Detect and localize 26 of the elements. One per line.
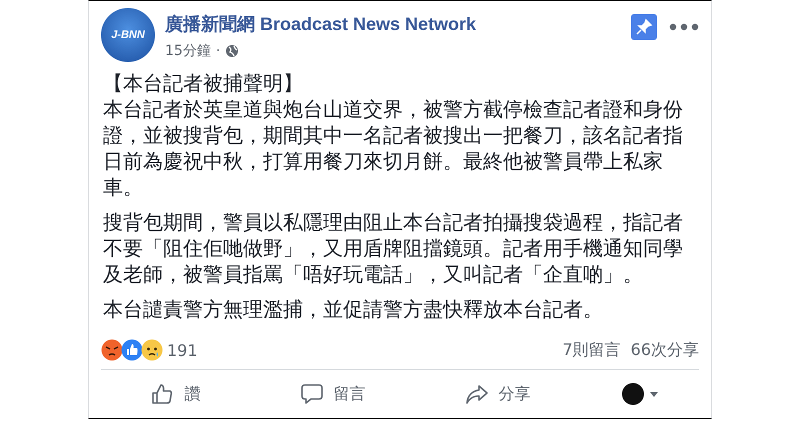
more-icon[interactable] <box>669 23 699 31</box>
sad-face-icon[interactable] <box>141 339 163 361</box>
post-paragraph: 本台譴責警方無理濫捕，並促請警方盡快釋放本台記者。 <box>103 296 604 322</box>
reaction-count[interactable]: 191 <box>167 340 198 360</box>
pin-icon[interactable] <box>631 14 657 40</box>
thumbs-up-icon <box>150 382 174 406</box>
page-name-link[interactable]: 廣播新聞網 Broadcast News Network <box>165 14 476 34</box>
globe-icon <box>225 44 240 58</box>
comment-button[interactable]: 留言 <box>292 378 374 410</box>
share-arrow-icon <box>464 382 488 406</box>
post-paragraph: 本台記者於英皇道與炮台山道交界，被警方截停檢查記者證和身份證，並被搜背包，期間其中一名記者被搜出一把餐刀，該名記者指日前為慶祝中秋，打算用餐刀來切月餅。最終他被警員帶上私家車。 <box>103 96 684 200</box>
audience-selector[interactable] <box>622 382 658 406</box>
page-avatar[interactable]: J-BNN <box>101 8 155 62</box>
angry-face-icon[interactable] <box>101 339 123 361</box>
avatar-dropdown-icon <box>622 382 658 406</box>
thumbs-up-icon[interactable] <box>121 339 143 361</box>
share-button[interactable]: 分享 <box>456 378 538 410</box>
post-time[interactable]: 15分鐘 <box>165 42 211 60</box>
post-paragraph: 搜背包期間，警員以私隱理由阻止本台記者拍攝搜袋過程，指記者不要「阻住佢哋做野」，又用盾牌阻擋鏡頭。記者用手機通知同學及老師，被警員指罵「唔好玩電話」，又叫記者「企直啲」。 <box>103 209 684 287</box>
speech-bubble-icon <box>300 382 324 406</box>
post-heading: 【本台記者被捕聲明】 <box>103 70 304 96</box>
comment-count[interactable]: 7則留言 <box>562 340 621 360</box>
logo-text: J-BNN <box>111 29 145 41</box>
like-button[interactable]: 讚 <box>142 378 208 410</box>
share-count[interactable]: 66次分享 <box>630 340 699 360</box>
separator-dot: · <box>216 43 220 59</box>
